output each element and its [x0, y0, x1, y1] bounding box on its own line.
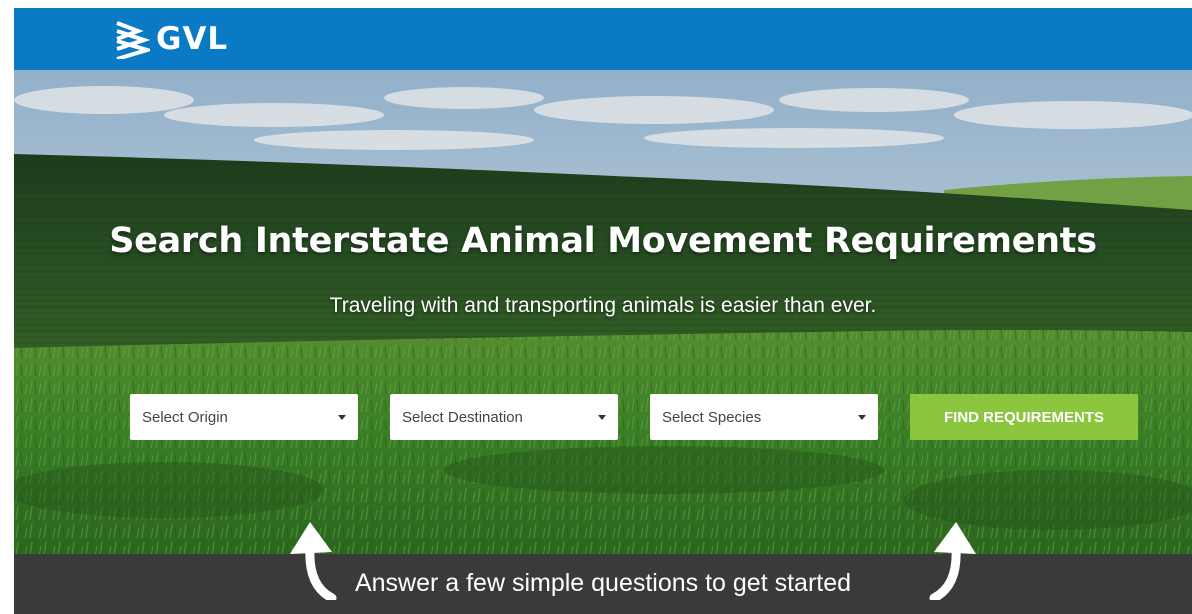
hero-banner: Search Interstate Animal Movement Requir… — [14, 70, 1192, 554]
page-title: Search Interstate Animal Movement Requir… — [109, 221, 1097, 261]
logo-text: GVL — [156, 21, 229, 57]
curved-up-arrow-icon — [920, 514, 980, 605]
origin-select-value: Select Origin — [142, 408, 228, 426]
page-frame: GVL Search Interstate Animal Movement Re… — [14, 8, 1192, 614]
chevron-down-icon — [598, 414, 606, 420]
species-select-value: Select Species — [662, 408, 762, 426]
site-header: GVL — [14, 8, 1192, 70]
destination-select-value: Select Destination — [402, 408, 523, 426]
curved-up-arrow-icon — [286, 514, 346, 605]
chevron-down-icon — [858, 414, 866, 420]
get-started-text: Answer a few simple questions to get sta… — [354, 569, 852, 597]
logo[interactable]: GVL — [114, 17, 228, 61]
find-requirements-button[interactable]: FIND REQUIREMENTS — [910, 394, 1138, 440]
page-subtitle: Traveling with and transporting animals … — [329, 294, 877, 317]
get-started-banner: Answer a few simple questions to get sta… — [14, 554, 1192, 614]
destination-select[interactable]: Select Destination — [390, 394, 618, 440]
species-select[interactable]: Select Species — [650, 394, 878, 440]
chevron-down-icon — [338, 414, 346, 420]
origin-select[interactable]: Select Origin — [130, 394, 358, 440]
gvl-chevron-stack-icon — [114, 19, 150, 59]
